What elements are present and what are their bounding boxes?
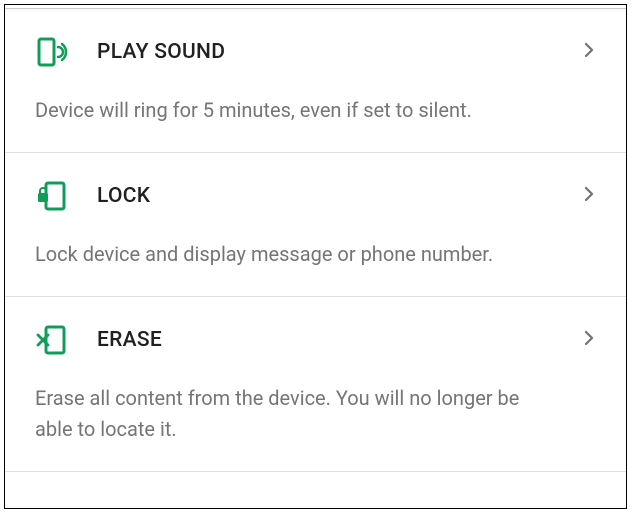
actions-panel: PLAY SOUND Device will ring for 5 minute… [4, 4, 627, 509]
action-header: ERASE [35, 323, 598, 357]
action-title: LOCK [97, 184, 580, 208]
action-erase[interactable]: ERASE Erase all content from the device.… [5, 297, 626, 472]
chevron-right-icon [580, 329, 598, 351]
action-header: PLAY SOUND [35, 35, 598, 69]
action-lock[interactable]: LOCK Lock device and display message or … [5, 153, 626, 297]
phone-ring-icon [35, 35, 69, 69]
action-title: ERASE [97, 328, 580, 352]
action-description: Erase all content from the device. You w… [35, 383, 598, 445]
action-description: Lock device and display message or phone… [35, 239, 598, 270]
action-header: LOCK [35, 179, 598, 213]
action-description: Device will ring for 5 minutes, even if … [35, 95, 598, 126]
chevron-right-icon [580, 41, 598, 63]
chevron-right-icon [580, 185, 598, 207]
phone-erase-icon [35, 323, 69, 357]
action-play-sound[interactable]: PLAY SOUND Device will ring for 5 minute… [5, 9, 626, 153]
action-title: PLAY SOUND [97, 40, 580, 64]
phone-lock-icon [35, 179, 69, 213]
